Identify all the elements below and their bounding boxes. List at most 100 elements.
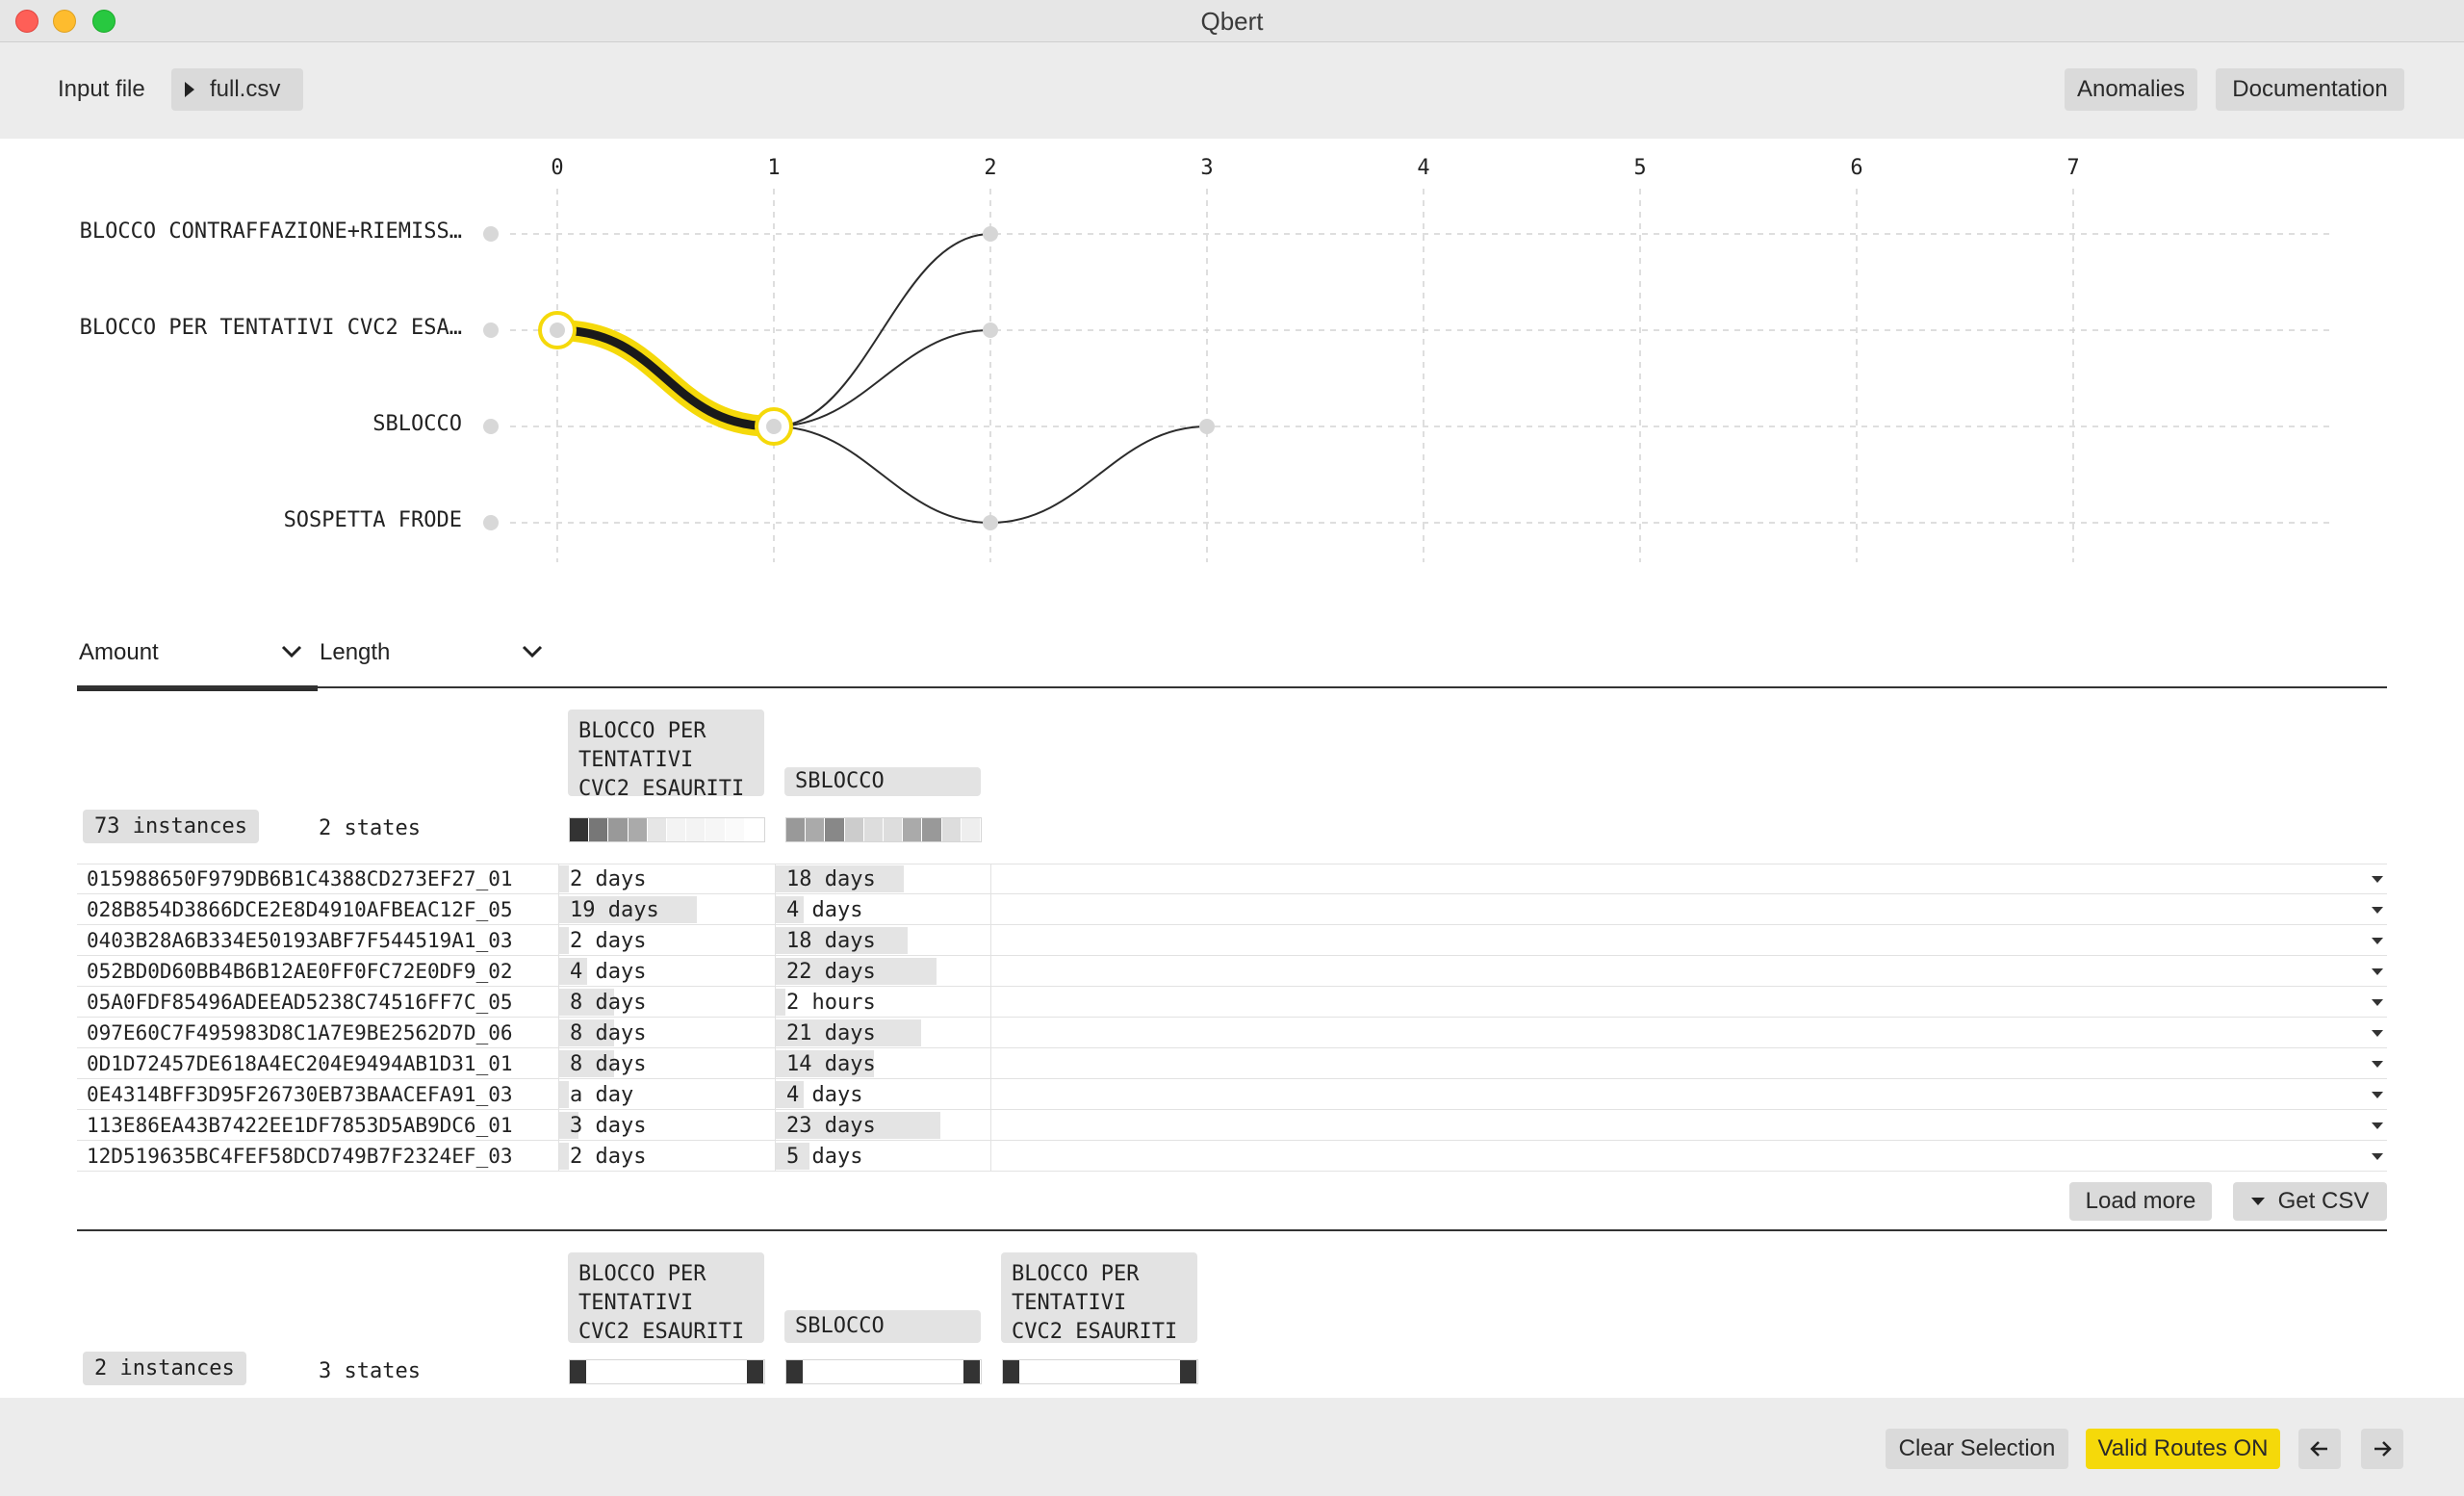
forward-button[interactable] (2361, 1429, 2403, 1469)
state-column-header[interactable]: BLOCCO PER TENTATIVI CVC2 ESAURITI (568, 1252, 764, 1344)
arrow-right-icon (2374, 1441, 2392, 1457)
state-column-header[interactable]: BLOCCO PER TENTATIVI CVC2 ESAURITI (568, 709, 764, 801)
table-row[interactable]: 0D1D72457DE618A4EC204E9494AB1D31_01 8 day… (77, 1048, 2387, 1079)
state-column-header[interactable]: BLOCCO PER TENTATIVI CVC2 ESAURITI (1001, 1252, 1197, 1344)
route-node[interactable] (983, 322, 998, 338)
duration-value: a day (570, 1083, 634, 1107)
title-bar: Qbert (0, 0, 2464, 42)
state-column-header[interactable]: SBLOCCO (784, 1310, 981, 1343)
instance-id: 113E86EA43B7422EE1DF7853D5AB9DC6_01 (87, 1114, 513, 1137)
table-row[interactable]: 028B854D3866DCE2E8D4910AFBEAC12F_05 19 da… (77, 894, 2387, 925)
duration-value: 4 days (786, 898, 863, 922)
table-row[interactable]: 05A0FDF85496ADEEAD5238C74516FF7C_05 8 day… (77, 987, 2387, 1018)
tab-length[interactable]: Length (320, 639, 390, 666)
route-edge[interactable] (773, 329, 991, 427)
load-more-button[interactable]: Load more (2069, 1182, 2212, 1221)
valid-routes-toggle[interactable]: Valid Routes ON (2086, 1429, 2280, 1469)
duration-value: 2 days (570, 929, 647, 953)
duration-distribution[interactable] (785, 1359, 982, 1384)
duration-bar (559, 865, 569, 892)
states-count: 2 states (319, 816, 421, 840)
window-title: Qbert (1200, 7, 1264, 36)
duration-value: 23 days (786, 1114, 876, 1138)
duration-value: 5 days (786, 1145, 863, 1169)
anomalies-button[interactable]: Anomalies (2065, 68, 2197, 111)
duration-distribution[interactable] (785, 817, 982, 842)
expand-row-icon[interactable] (2372, 1061, 2383, 1068)
expand-row-icon[interactable] (2372, 876, 2383, 883)
duration-distribution[interactable] (569, 1359, 765, 1384)
table-row[interactable]: 052BD0D60BB4B6B12AE0FF0FC72E0DF9_02 4 day… (77, 956, 2387, 987)
file-picker-button[interactable]: full.csv (171, 68, 303, 111)
graph-canvas (483, 189, 2329, 562)
duration-value: 8 days (570, 1021, 647, 1045)
duration-value: 3 days (570, 1114, 647, 1138)
tabs-divider (77, 686, 2387, 688)
expand-row-icon[interactable] (2372, 968, 2383, 975)
instance-id: 028B854D3866DCE2E8D4910AFBEAC12F_05 (87, 898, 513, 921)
route-edge[interactable] (773, 426, 991, 524)
route-graph: 0 1 2 3 4 5 6 7 BLOCCO CONTRAFFAZIONE+RI… (0, 139, 2464, 581)
duration-value: 2 days (570, 867, 647, 891)
expand-row-icon[interactable] (2372, 1122, 2383, 1129)
back-button[interactable] (2298, 1429, 2341, 1469)
route-node[interactable] (983, 515, 998, 530)
expand-row-icon[interactable] (2372, 999, 2383, 1006)
duration-value: 22 days (786, 960, 876, 984)
documentation-button[interactable]: Documentation (2216, 68, 2404, 111)
states-count: 3 states (319, 1359, 421, 1383)
bottom-bar: Clear Selection Valid Routes ON (0, 1398, 2464, 1496)
duration-value: 18 days (786, 929, 876, 953)
instances-count-badge[interactable]: 2 instances (83, 1352, 246, 1385)
clear-selection-button[interactable]: Clear Selection (1886, 1429, 2068, 1469)
duration-bar (559, 1081, 569, 1108)
table-row[interactable]: 113E86EA43B7422EE1DF7853D5AB9DC6_01 3 day… (77, 1110, 2387, 1141)
state-column-header[interactable]: SBLOCCO (784, 767, 981, 796)
selected-route-edge[interactable] (552, 325, 779, 431)
instance-id: 097E60C7F495983D8C1A7E9BE2562D7D_06 (87, 1021, 513, 1045)
duration-bar (559, 1143, 569, 1170)
toolbar: Input file full.csv Anomalies Documentat… (0, 42, 2464, 139)
instance-id: 0D1D72457DE618A4EC204E9494AB1D31_01 (87, 1052, 513, 1075)
duration-distribution[interactable] (1002, 1359, 1198, 1384)
chevron-down-icon[interactable] (520, 639, 545, 664)
group-divider (77, 1229, 2387, 1231)
duration-value: 2 hours (786, 991, 876, 1015)
input-file-label: Input file (58, 76, 145, 102)
expand-row-icon[interactable] (2372, 1030, 2383, 1037)
caret-down-icon (2250, 1198, 2265, 1205)
table-row[interactable]: 0E4314BFF3D95F26730EB73BAACEFA91_03 a day… (77, 1079, 2387, 1110)
node-dot (550, 322, 565, 338)
route-node[interactable] (1199, 419, 1215, 434)
expand-row-icon[interactable] (2372, 938, 2383, 944)
table-row[interactable]: 0403B28A6B334E50193ABF7F544519A1_03 2 day… (77, 925, 2387, 956)
duration-value: 8 days (570, 1052, 647, 1076)
duration-value: 8 days (570, 991, 647, 1015)
duration-value: 21 days (786, 1021, 876, 1045)
triangle-right-icon (185, 82, 194, 97)
duration-value: 18 days (786, 867, 876, 891)
instances-count-badge[interactable]: 73 instances (83, 810, 259, 843)
tab-amount[interactable]: Amount (79, 639, 159, 666)
instance-id: 0403B28A6B334E50193ABF7F544519A1_03 (87, 929, 513, 952)
file-name: full.csv (210, 76, 281, 102)
instance-id: 12D519635BC4FEF58DCD749B7F2324EF_03 (87, 1145, 513, 1168)
table-row[interactable]: 097E60C7F495983D8C1A7E9BE2562D7D_06 8 day… (77, 1018, 2387, 1048)
duration-distribution[interactable] (569, 817, 765, 842)
expand-row-icon[interactable] (2372, 1153, 2383, 1160)
route-edge[interactable] (773, 233, 991, 427)
node-dot (766, 419, 782, 434)
table-row[interactable]: 015988650F979DB6B1C4388CD273EF27_01 2 day… (77, 864, 2387, 894)
expand-row-icon[interactable] (2372, 1092, 2383, 1098)
state-dots (483, 226, 499, 530)
get-csv-button[interactable]: Get CSV (2233, 1182, 2387, 1221)
duration-bar (559, 927, 569, 954)
duration-bar (776, 989, 785, 1016)
route-node[interactable] (983, 226, 998, 242)
expand-row-icon[interactable] (2372, 907, 2383, 914)
route-edge[interactable] (989, 426, 1208, 524)
chevron-down-icon[interactable] (279, 639, 304, 664)
table-row[interactable]: 12D519635BC4FEF58DCD749B7F2324EF_03 2 day… (77, 1141, 2387, 1172)
duration-value: 4 days (570, 960, 647, 984)
instance-id: 05A0FDF85496ADEEAD5238C74516FF7C_05 (87, 991, 513, 1014)
